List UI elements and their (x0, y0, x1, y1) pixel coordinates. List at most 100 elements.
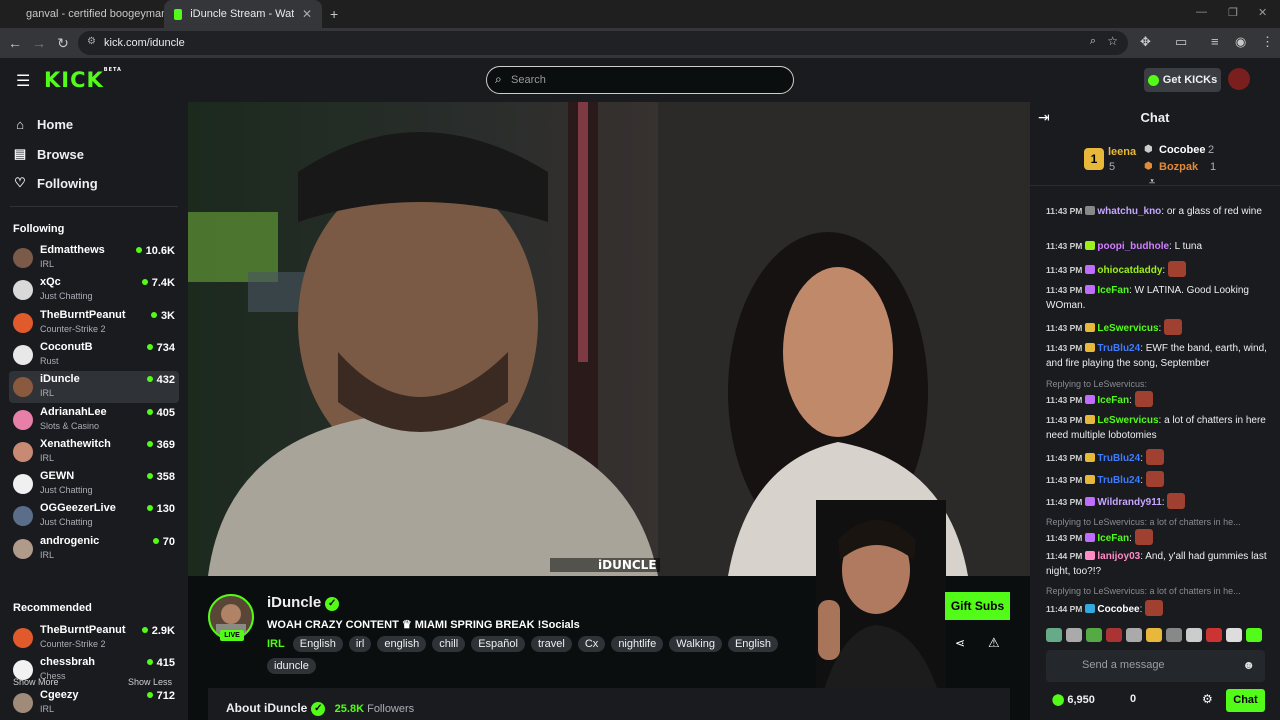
bookmark-star-icon[interactable]: ☆ (1107, 34, 1118, 48)
message-username[interactable]: TruBlu24 (1097, 343, 1140, 354)
channel-item[interactable]: androgenic IRL 70 (9, 533, 179, 565)
tag[interactable]: irl (348, 636, 372, 652)
chat-message[interactable]: 11:43 PM Wildrandy911: (1046, 493, 1272, 510)
chat-settings-icon[interactable]: ⚙ (1202, 692, 1213, 706)
site-info-icon[interactable]: ⚙ (87, 36, 96, 47)
message-username[interactable]: whatchu_kno (1097, 206, 1161, 217)
reply-indicator[interactable]: Replying to LeSwervicus: a lot of chatte… (1046, 517, 1272, 527)
tag[interactable]: Español (471, 636, 525, 652)
profile-icon[interactable]: ◉ (1235, 34, 1246, 50)
chat-message[interactable]: 11:43 PM ohiocatdaddy: (1046, 261, 1272, 278)
report-icon[interactable]: ⚠ (988, 635, 1000, 651)
chat-message[interactable]: 11:43 PM LeSwervicus: (1046, 319, 1272, 336)
message-username[interactable]: LeSwervicus (1097, 415, 1158, 426)
user-avatar[interactable] (1228, 68, 1250, 90)
new-tab-icon[interactable]: + (330, 6, 338, 22)
quick-emote-icon[interactable] (1086, 628, 1102, 642)
quick-emote-icon[interactable] (1146, 628, 1162, 642)
quick-emote-icon[interactable] (1066, 628, 1082, 642)
chat-message[interactable]: 11:43 PM IceFan: (1046, 391, 1272, 408)
hamburger-menu-icon[interactable]: ☰ (16, 71, 30, 91)
tag[interactable]: Walking (669, 636, 722, 652)
streamer-name[interactable]: iDuncle ✓ (267, 594, 340, 611)
nav-home[interactable]: ⌂ Home (13, 117, 73, 132)
chat-message[interactable]: 11:43 PM TruBlu24: EWF the band, earth, w… (1046, 341, 1272, 371)
gift-subs-button[interactable]: Gift Subs (945, 592, 1010, 620)
chat-message[interactable]: 11:43 PM TruBlu24: (1046, 471, 1272, 488)
get-kicks-button[interactable]: Get KICKs (1144, 68, 1221, 92)
message-username[interactable]: IceFan (1097, 395, 1129, 406)
channel-item[interactable]: Cgeezy IRL 712 (9, 687, 179, 719)
quick-emote-icon[interactable] (1106, 628, 1122, 642)
message-username[interactable]: Cocobee (1097, 604, 1139, 615)
channel-item[interactable]: TheBurntPeanut Counter-Strike 2 2.9K (9, 622, 179, 654)
media-icon[interactable]: ≡ (1211, 34, 1219, 49)
kick-logo[interactable]: KICKBETA (44, 67, 122, 92)
message-username[interactable]: IceFan (1097, 533, 1129, 544)
nav-following[interactable]: ♡ Following (13, 175, 97, 191)
minimize-icon[interactable]: — (1196, 6, 1207, 18)
message-username[interactable]: LeSwervicus (1097, 323, 1158, 334)
channel-item[interactable]: Xenathewitch IRL 369 (9, 436, 179, 468)
reply-indicator[interactable]: Replying to LeSwervicus: a lot of chatte… (1046, 586, 1272, 596)
extensions-icon[interactable]: ✥ (1140, 34, 1151, 50)
tag[interactable]: chill (432, 636, 466, 652)
zoom-icon[interactable]: ⌕ (1090, 35, 1096, 48)
quick-emote-icon[interactable] (1046, 628, 1062, 642)
chat-message[interactable]: 11:43 PM LeSwervicus: a lot of chatters i… (1046, 413, 1272, 443)
channel-item[interactable]: OGGeezerLive Just Chatting 130 (9, 500, 179, 532)
search-input[interactable]: ⌕ Search (486, 66, 794, 94)
channel-points[interactable]: ⬤ 6,950 (1052, 693, 1095, 706)
chat-message[interactable]: 11:43 PM whatchu_kno: or a glass of red w… (1046, 204, 1272, 219)
category-link[interactable]: IRL (267, 638, 285, 650)
quick-emote-icon[interactable] (1246, 628, 1262, 642)
address-bar[interactable]: ⚙ kick.com/iduncle ⌕ ☆ (78, 31, 1128, 55)
chat-message[interactable]: 11:43 PM poopi_budhole: L tuna (1046, 239, 1272, 254)
chat-message[interactable]: 11:43 PM TruBlu24: (1046, 449, 1272, 466)
chat-message[interactable]: 11:44 PM Cocobee: (1046, 600, 1272, 617)
forward-icon[interactable]: → (27, 35, 51, 51)
tag[interactable]: Cx (577, 636, 606, 652)
maximize-icon[interactable]: ❐ (1228, 6, 1238, 19)
cast-icon[interactable]: ▭ (1175, 34, 1187, 50)
message-username[interactable]: poopi_budhole (1097, 241, 1169, 252)
close-window-icon[interactable]: ✕ (1258, 6, 1267, 19)
channel-item[interactable]: iDuncle IRL 432 (9, 371, 179, 404)
browser-tab-active[interactable]: iDuncle Stream - Watch Live ✕ (164, 0, 322, 28)
reload-icon[interactable]: ↻ (51, 35, 75, 52)
menu-dots-icon[interactable]: ⋮ (1261, 34, 1274, 50)
tag[interactable]: English (727, 636, 779, 652)
close-tab-icon[interactable]: ✕ (302, 7, 312, 21)
channel-item[interactable]: chessbrah Chess 415 (9, 654, 179, 686)
expand-leaderboard-icon[interactable]: ⩡ (1149, 176, 1155, 189)
chat-message[interactable]: 11:43 PM IceFan: (1046, 529, 1272, 546)
nav-browse[interactable]: ▤ Browse (13, 146, 84, 162)
message-username[interactable]: lanijoy03 (1097, 551, 1140, 562)
message-username[interactable]: TruBlu24 (1097, 475, 1140, 486)
channel-item[interactable]: TheBurntPeanut Counter-Strike 2 3K (9, 307, 179, 339)
tag[interactable]: travel (530, 636, 572, 652)
quick-emote-icon[interactable] (1166, 628, 1182, 642)
chat-message[interactable]: 11:44 PM lanijoy03: And, y'all had gummie… (1046, 549, 1272, 579)
back-icon[interactable]: ← (3, 35, 27, 51)
message-username[interactable]: Wildrandy911 (1097, 497, 1161, 508)
channel-item[interactable]: Edmatthews IRL 10.6K (9, 242, 179, 274)
share-icon[interactable]: ⋖ (955, 636, 965, 650)
emoji-icon[interactable]: ☻ (1242, 658, 1255, 672)
channel-item[interactable]: AdrianahLee Slots & Casino 405 (9, 404, 179, 436)
browser-tab[interactable]: ganval - certified boogeyman ✕ (8, 0, 164, 28)
quick-emote-icon[interactable] (1206, 628, 1222, 642)
channel-item[interactable]: xQc Just Chatting 7.4K (9, 274, 179, 306)
message-username[interactable]: IceFan (1097, 285, 1129, 296)
chat-send-button[interactable]: Chat (1226, 689, 1265, 712)
quick-emote-icon[interactable] (1186, 628, 1202, 642)
chat-input[interactable]: Send a message ☻ (1046, 650, 1265, 682)
message-username[interactable]: TruBlu24 (1097, 453, 1140, 464)
chat-message[interactable]: 11:43 PM IceFan: W LATINA. Good Looking W… (1046, 283, 1272, 313)
tag[interactable]: nightlife (611, 636, 664, 652)
tag[interactable]: English (292, 636, 343, 652)
quick-emote-icon[interactable] (1126, 628, 1142, 642)
tag[interactable]: iduncle (267, 658, 316, 674)
tag[interactable]: english (377, 636, 427, 652)
channel-item[interactable]: CoconutB Rust 734 (9, 339, 179, 371)
